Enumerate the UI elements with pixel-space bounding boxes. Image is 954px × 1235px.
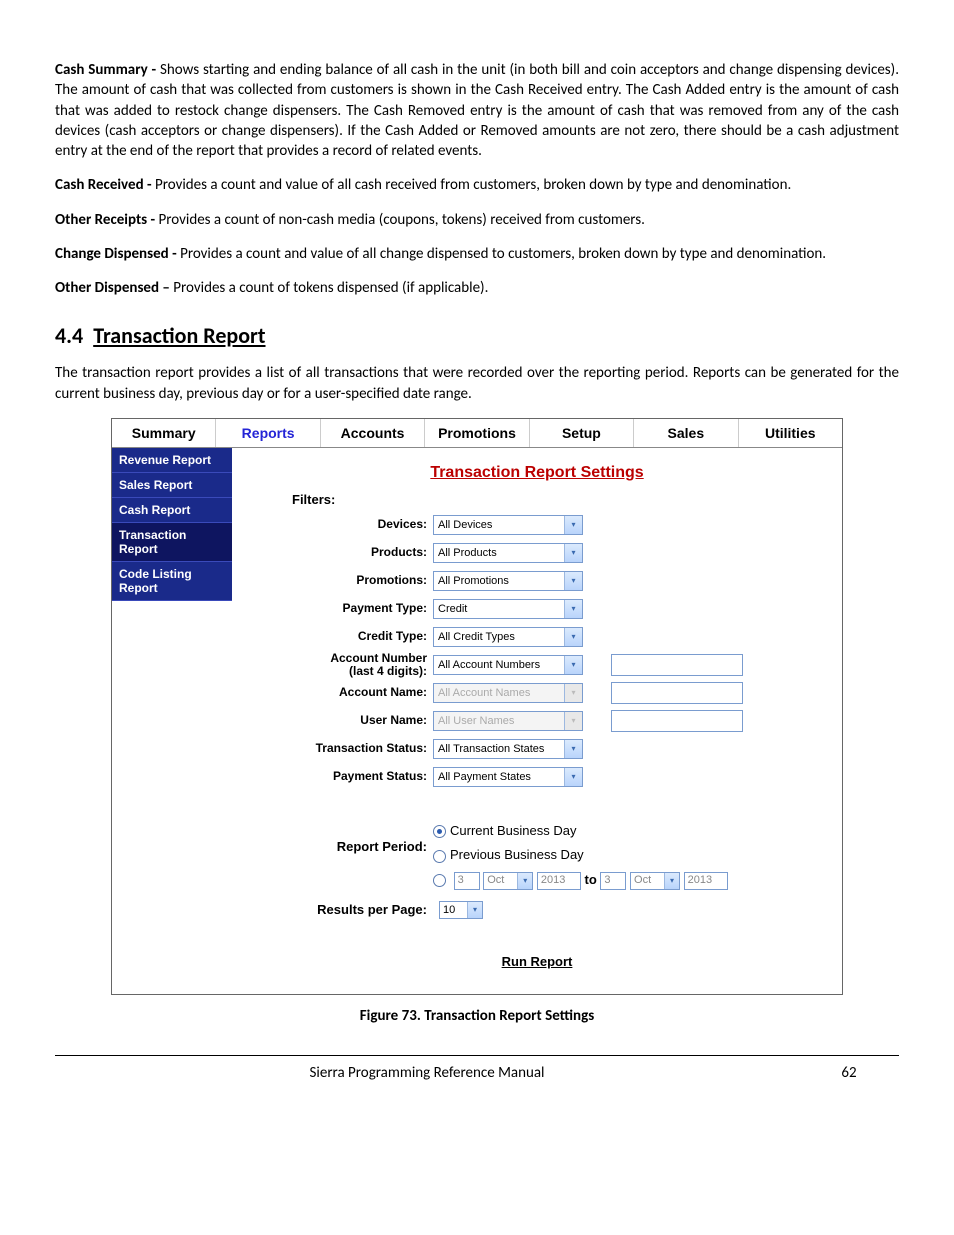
filter-label-promotions: Promotions: [252,574,433,587]
filter-select-acctname: All Account Names▾ [433,683,583,703]
period-to-label: to [585,872,597,887]
filter-label-credit: Credit Type: [252,630,433,643]
filter-label-payment: Payment Type: [252,602,433,615]
term-other-receipts: Other Receipts - [55,211,159,229]
tab-sales[interactable]: Sales [634,419,738,447]
footer-page: 62 [799,1064,899,1082]
term-change-dispensed: Change Dispensed - [55,245,180,263]
tab-promotions[interactable]: Promotions [425,419,529,447]
tab-setup[interactable]: Setup [530,419,634,447]
filter-label-paystatus: Payment Status: [252,770,433,783]
tab-accounts[interactable]: Accounts [321,419,425,447]
results-select[interactable]: 10▾ [439,901,483,919]
filter-label-username: User Name: [252,714,433,727]
main-panel: Transaction Report Settings Filters: Dev… [232,448,842,994]
from-month-select[interactable]: Oct▾ [483,872,533,890]
from-year-select[interactable]: 2013 [537,872,581,890]
tab-utilities[interactable]: Utilities [739,419,842,447]
chevron-down-icon: ▾ [571,661,575,669]
chevron-down-icon: ▾ [571,773,575,781]
para-other-receipts: Other Receipts - Provides a count of non… [55,210,899,230]
filter-select-payment[interactable]: Credit▾ [433,599,583,619]
footer-title: Sierra Programming Reference Manual [55,1064,799,1082]
filter-select-devices[interactable]: All Devices▾ [433,515,583,535]
filter-label-devices: Devices: [252,518,433,531]
filter-select-promotions[interactable]: All Promotions▾ [433,571,583,591]
filter-label-products: Products: [252,546,433,559]
figure-caption: Figure 73. Transaction Report Settings [55,1007,899,1025]
filter-select-products[interactable]: All Products▾ [433,543,583,563]
to-day-select[interactable]: 3 [600,872,626,890]
sidebar-item-revenue-report[interactable]: Revenue Report [112,448,232,473]
filter-select-acctnum[interactable]: All Account Numbers▾ [433,655,583,675]
filter-input-acctnum[interactable] [611,654,743,676]
from-day-select[interactable]: 3 [454,872,480,890]
chevron-down-icon: ▾ [571,689,575,697]
text-other-receipts: Provides a count of non-cash media (coup… [159,211,645,229]
run-report-link[interactable]: Run Report [502,954,573,969]
chevron-down-icon: ▾ [571,717,575,725]
filter-select-txstatus[interactable]: All Transaction States▾ [433,739,583,759]
sidebar: Revenue ReportSales ReportCash ReportTra… [112,448,232,994]
text-other-dispensed: Provides a count of tokens dispensed (if… [173,279,488,297]
chevron-down-icon: ▾ [571,633,575,641]
panel-title: Transaction Report Settings [232,464,842,482]
text-cash-summary: Shows starting and ending balance of all… [55,61,899,160]
chevron-down-icon: ▾ [571,745,575,753]
para-cash-received: Cash Received - Provides a count and val… [55,175,899,195]
filter-input-acctname [611,682,743,704]
filters-heading: Filters: [292,492,842,507]
term-cash-summary: Cash Summary - [55,61,160,79]
chevron-down-icon: ▾ [571,605,575,613]
para-other-dispensed: Other Dispensed – Provides a count of to… [55,278,899,298]
tab-summary[interactable]: Summary [112,419,216,447]
figure-screenshot: SummaryReportsAccountsPromotionsSetupSal… [111,418,843,995]
tab-reports[interactable]: Reports [216,419,320,447]
period-current-label: Current Business Day [450,823,576,838]
filter-select-paystatus[interactable]: All Payment States▾ [433,767,583,787]
radio-current[interactable] [433,825,446,838]
results-label: Results per Page: [232,902,439,917]
para-change-dispensed: Change Dispensed - Provides a count and … [55,244,899,264]
tab-bar: SummaryReportsAccountsPromotionsSetupSal… [112,419,842,448]
chevron-down-icon: ▾ [571,577,575,585]
filter-label-acctname: Account Name: [252,686,433,699]
text-change-dispensed: Provides a count and value of all change… [180,245,826,263]
sidebar-item-cash-report[interactable]: Cash Report [112,498,232,523]
chevron-down-icon: ▾ [473,906,477,914]
sidebar-item-code-listing-report[interactable]: Code Listing Report [112,562,232,601]
chevron-down-icon: ▾ [571,549,575,557]
filter-label-txstatus: Transaction Status: [252,742,433,755]
sidebar-item-sales-report[interactable]: Sales Report [112,473,232,498]
chevron-down-icon: ▾ [670,877,674,885]
radio-previous[interactable] [433,850,446,863]
filter-select-credit[interactable]: All Credit Types▾ [433,627,583,647]
para-cash-summary: Cash Summary - Shows starting and ending… [55,60,899,161]
section-number: 4.4 [55,322,83,349]
to-year-select[interactable]: 2013 [684,872,728,890]
section-title: Transaction Report [93,322,265,349]
period-previous-label: Previous Business Day [450,847,584,862]
to-month-select[interactable]: Oct▾ [630,872,680,890]
section-intro: The transaction report provides a list o… [55,363,899,404]
page-footer: Sierra Programming Reference Manual 62 [55,1055,899,1082]
radio-range[interactable] [433,874,446,887]
term-other-dispensed: Other Dispensed – [55,279,173,297]
filter-select-username: All User Names▾ [433,711,583,731]
chevron-down-icon: ▾ [571,521,575,529]
sidebar-item-transaction-report[interactable]: Transaction Report [112,523,232,562]
filter-label-acctnum: Account Number (last 4 digits): [252,652,433,678]
period-label: Report Period: [232,819,433,893]
term-cash-received: Cash Received - [55,176,155,194]
text-cash-received: Provides a count and value of all cash r… [155,176,791,194]
period-options: Current Business Day Previous Business D… [433,819,728,893]
filter-input-username [611,710,743,732]
chevron-down-icon: ▾ [523,877,527,885]
section-heading: 4.4 Transaction Report [55,322,899,349]
